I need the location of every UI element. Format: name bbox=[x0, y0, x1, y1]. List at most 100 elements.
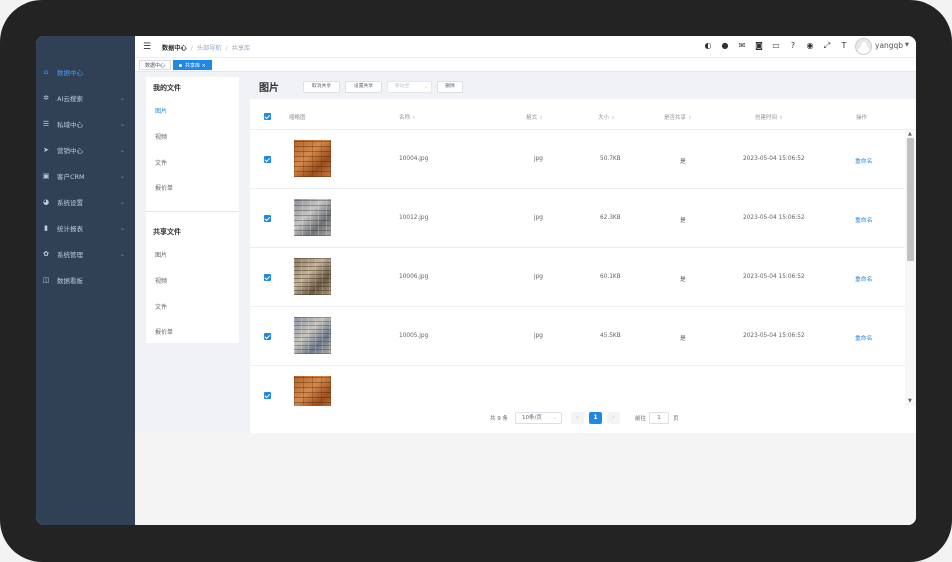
sort-icon: ⇕ bbox=[779, 116, 783, 121]
thumbnail-image[interactable] bbox=[294, 199, 331, 236]
my-files-images[interactable]: 图片 bbox=[155, 106, 167, 115]
goto-page-input[interactable]: 1 bbox=[649, 412, 669, 424]
column-label: 名称 bbox=[399, 115, 411, 121]
caret-down-icon[interactable]: ▼ bbox=[905, 42, 909, 48]
cog-icon: ✿ bbox=[43, 250, 49, 258]
gear-icon: ✲ bbox=[43, 94, 49, 102]
sidebar-item-statistics[interactable]: ▮ 统计报表 ⌄ bbox=[36, 215, 135, 241]
chevron-down-icon: ⌄ bbox=[119, 146, 125, 154]
toolbar: 图片 取消共享 设置共享 移动至 ⌄ 删除 bbox=[250, 72, 916, 99]
column-name[interactable]: 名称 ⇕ bbox=[399, 113, 416, 121]
page-size-label: 10条/页 bbox=[522, 415, 542, 421]
my-files-videos[interactable]: 视频 bbox=[155, 132, 167, 141]
row-checkbox[interactable] bbox=[264, 274, 271, 281]
row-checkbox[interactable] bbox=[264, 215, 271, 222]
page-number-current[interactable]: 1 bbox=[589, 412, 602, 424]
breadcrumb-item[interactable]: 数据中心 bbox=[162, 45, 187, 52]
tag-data-center[interactable]: 数据中心 bbox=[139, 60, 172, 70]
shared-files-files[interactable]: 文件 bbox=[155, 302, 167, 311]
monitor-icon[interactable]: ▭ bbox=[772, 42, 780, 50]
sidebar-item-ai-search[interactable]: ✲ AI云搜索 ⌄ bbox=[36, 85, 135, 111]
list-icon: ☰ bbox=[42, 120, 50, 128]
table-row[interactable]: 10006.jpg jpg 60.1KB 是 2023-05-04 15:06:… bbox=[250, 248, 905, 307]
scroll-up-icon[interactable]: ▲ bbox=[908, 131, 912, 137]
table-row[interactable]: 10004.jpg jpg 50.7KB 是 2023-05-04 15:06:… bbox=[250, 130, 905, 189]
file-size: 60.1KB bbox=[600, 274, 621, 280]
select-all-checkbox[interactable] bbox=[264, 113, 271, 120]
column-format[interactable]: 格式 ⇕ bbox=[526, 113, 543, 121]
rename-link[interactable]: 重命名 bbox=[855, 156, 872, 165]
shared-files-images[interactable]: 图片 bbox=[155, 250, 167, 259]
font-size-icon[interactable]: T bbox=[840, 42, 848, 50]
shared-files-videos[interactable]: 视频 bbox=[155, 276, 167, 285]
column-shared[interactable]: 是否共享 ⇕ bbox=[664, 113, 692, 121]
tag-shared-library[interactable]: 共享库 × bbox=[173, 60, 212, 70]
device-frame: ⌂ 数据中心 ✲ AI云搜索 ⌄ ☰ 私域中心 ⌄ ➤ 营销中心 ⌄ ▣ 客户C… bbox=[0, 0, 952, 562]
file-format: jpg bbox=[534, 333, 543, 339]
table-row[interactable]: 10012.jpg jpg 62.3KB 是 2023-05-04 15:06:… bbox=[250, 189, 905, 248]
move-to-select[interactable]: 移动至 ⌄ bbox=[387, 81, 432, 93]
move-to-label: 移动至 bbox=[395, 84, 410, 89]
fullscreen-icon[interactable]: ⤢ bbox=[823, 42, 831, 50]
menu-toggle-icon[interactable]: ☰ bbox=[143, 42, 151, 52]
globe-icon[interactable]: ◉ bbox=[806, 42, 814, 50]
file-name: 10012.jpg bbox=[399, 215, 429, 221]
goto-label: 前往 bbox=[635, 416, 647, 422]
cancel-share-button[interactable]: 取消共享 bbox=[303, 81, 340, 93]
page-suffix: 页 bbox=[673, 416, 679, 422]
table-scrollbar[interactable]: ▲ ▼ bbox=[905, 130, 916, 406]
header-toolbar: ◐ ● ✉ ◙ ▭ ? ◉ ⤢ T bbox=[704, 42, 848, 50]
delete-button[interactable]: 删除 bbox=[437, 81, 463, 93]
column-created[interactable]: 创建时间 ⇕ bbox=[755, 113, 783, 121]
help-icon[interactable]: ? bbox=[789, 42, 797, 50]
sidebar-item-private-domain[interactable]: ☰ 私域中心 ⌄ bbox=[36, 111, 135, 137]
chevron-down-icon: ⌄ bbox=[423, 84, 428, 90]
scrollbar-thumb[interactable] bbox=[907, 138, 914, 261]
camera-icon[interactable]: ◙ bbox=[755, 42, 763, 50]
thumbnail-image[interactable] bbox=[294, 317, 331, 354]
sidebar-item-system-admin[interactable]: ✿ 系统管理 ⌄ bbox=[36, 241, 135, 267]
scroll-down-icon[interactable]: ▼ bbox=[908, 398, 912, 404]
rename-link[interactable]: 重命名 bbox=[855, 274, 872, 283]
row-checkbox[interactable] bbox=[264, 392, 271, 399]
thumbnail-image[interactable] bbox=[294, 258, 331, 295]
row-checkbox[interactable] bbox=[264, 333, 271, 340]
thumbnail-image[interactable] bbox=[294, 140, 331, 177]
shared-files-title: 共享文件 bbox=[153, 228, 181, 236]
theme-icon[interactable]: ◐ bbox=[704, 42, 712, 50]
avatar[interactable] bbox=[855, 38, 872, 55]
tag-label: 数据中心 bbox=[145, 63, 166, 69]
sidebar: ⌂ 数据中心 ✲ AI云搜索 ⌄ ☰ 私域中心 ⌄ ➤ 营销中心 ⌄ ▣ 客户C… bbox=[36, 36, 135, 525]
sidebar-item-crm[interactable]: ▣ 客户CRM ⌄ bbox=[36, 163, 135, 189]
table-body: 10004.jpg jpg 50.7KB 是 2023-05-04 15:06:… bbox=[250, 130, 905, 406]
my-files-files[interactable]: 文件 bbox=[155, 158, 167, 167]
page-size-select[interactable]: 10条/页 ⌄ bbox=[515, 412, 562, 424]
file-size: 50.7KB bbox=[600, 156, 621, 162]
column-size[interactable]: 大小 ⇕ bbox=[598, 113, 615, 121]
chat-icon[interactable]: ● bbox=[721, 42, 729, 50]
set-share-button[interactable]: 设置共享 bbox=[345, 81, 382, 93]
shared-files-quotes[interactable]: 报价单 bbox=[155, 327, 173, 336]
row-checkbox[interactable] bbox=[264, 156, 271, 163]
sidebar-item-marketing[interactable]: ➤ 营销中心 ⌄ bbox=[36, 137, 135, 163]
sidebar-item-data-center[interactable]: ⌂ 数据中心 bbox=[36, 59, 135, 85]
username[interactable]: yangqb bbox=[875, 41, 903, 50]
sidebar-item-label: 私域中心 bbox=[57, 121, 83, 129]
sidebar-item-label: 客户CRM bbox=[57, 173, 85, 181]
thumbnail-image[interactable] bbox=[294, 376, 331, 406]
prev-page-button[interactable]: ‹ bbox=[571, 412, 584, 424]
rename-link[interactable]: 重命名 bbox=[855, 215, 872, 224]
my-files-quotes[interactable]: 报价单 bbox=[155, 183, 173, 192]
chevron-down-icon: ⌄ bbox=[119, 224, 125, 232]
column-action: 操作 bbox=[856, 115, 868, 121]
breadcrumb-item[interactable]: 头部导航 bbox=[197, 45, 222, 52]
rename-link[interactable]: 重命名 bbox=[855, 333, 872, 342]
table-row[interactable]: 10005.jpg jpg 45.5KB 是 2023-05-04 15:06:… bbox=[250, 307, 905, 366]
sidebar-item-dashboard[interactable]: ◫ 数据看板 bbox=[36, 267, 135, 293]
close-icon[interactable]: × bbox=[202, 63, 206, 69]
column-thumbnail: 缩略图 bbox=[289, 115, 306, 121]
sidebar-item-system-settings[interactable]: ◕ 系统设置 ⌄ bbox=[36, 189, 135, 215]
mail-icon[interactable]: ✉ bbox=[738, 42, 746, 50]
next-page-button[interactable]: › bbox=[607, 412, 620, 424]
table-row[interactable] bbox=[250, 366, 905, 406]
